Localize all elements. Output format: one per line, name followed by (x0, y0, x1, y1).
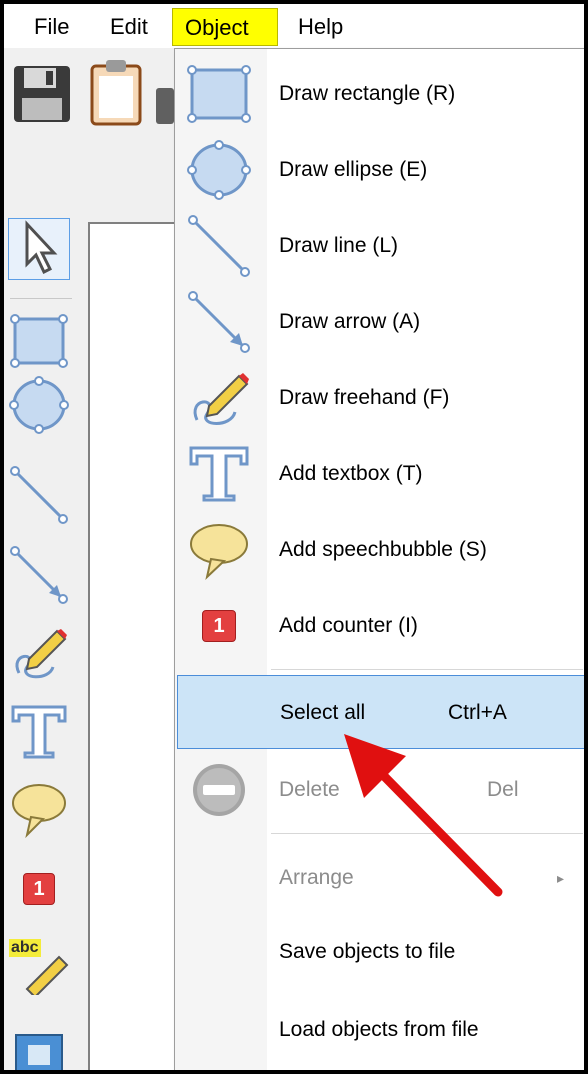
menu-item-label: Delete (279, 778, 340, 801)
rectangle-icon (9, 313, 69, 374)
menu-item-label: Draw arrow (A) (279, 310, 421, 333)
textbox-tool[interactable] (8, 702, 70, 764)
select-arrow-icon (17, 219, 61, 279)
menu-item-add-speechbubble[interactable]: Add speechbubble (S) (177, 513, 584, 587)
textbox-icon (183, 437, 255, 511)
menu-item-label: Draw freehand (F) (279, 386, 450, 409)
speechbubble-icon (183, 513, 255, 587)
textbox-icon (9, 701, 69, 766)
menu-item-draw-freehand[interactable]: Draw freehand (F) (177, 361, 584, 435)
freehand-tool[interactable] (8, 624, 70, 686)
rectangle-icon (183, 57, 255, 131)
freehand-icon (183, 361, 255, 435)
menu-item-add-textbox[interactable]: Add textbox (T) (177, 437, 584, 511)
speechbubble-icon (9, 779, 69, 844)
counter-tool[interactable]: 1 (8, 858, 70, 920)
menu-item-label: Draw line (L) (279, 234, 399, 257)
menu-edit[interactable]: Edit (98, 8, 160, 46)
menu-item-draw-line[interactable]: Draw line (L) (177, 209, 584, 283)
menu-item-delete[interactable]: Delete Del (177, 753, 584, 827)
menu-item-label: Add textbox (T) (279, 462, 423, 485)
menu-item-label: Draw rectangle (R) (279, 82, 456, 105)
menu-item-label: Arrange (279, 866, 354, 889)
printer-icon[interactable] (154, 88, 174, 129)
menu-item-draw-ellipse[interactable]: Draw ellipse (E) (177, 133, 584, 207)
menu-item-label: Draw ellipse (E) (279, 158, 428, 181)
ellipse-icon (183, 133, 255, 207)
object-dropdown-menu: Draw rectangle (R) Draw ellipse (E) Draw… (174, 48, 584, 1070)
tool-column: 1 abc (4, 204, 84, 1070)
clipboard-icon[interactable] (90, 60, 142, 131)
obfuscate-icon (14, 1033, 64, 1070)
highlight-icon: abc (9, 935, 69, 995)
menu-item-shortcut: Ctrl+A (448, 701, 507, 724)
counter-badge: 1 (202, 610, 236, 642)
ellipse-icon (9, 375, 69, 439)
arrow-tool-icon (9, 545, 69, 610)
chevron-right-icon: ▸ (557, 870, 565, 886)
freehand-icon (9, 623, 69, 688)
arrow-tool-icon (183, 285, 255, 359)
highlight-tool[interactable]: abc (8, 934, 70, 996)
obfuscate-tool[interactable] (8, 1024, 70, 1070)
menu-separator (271, 669, 583, 670)
tool-separator (10, 298, 72, 299)
menu-object[interactable]: Object (172, 8, 278, 46)
menu-file[interactable]: File (22, 8, 81, 46)
menu-item-label: Select all (280, 701, 366, 724)
rectangle-tool[interactable] (8, 312, 70, 374)
save-icon[interactable] (12, 64, 72, 129)
menu-item-draw-arrow[interactable]: Draw arrow (A) (177, 285, 584, 359)
menu-item-save-objects[interactable]: Save objects to file (177, 915, 584, 989)
ellipse-tool[interactable] (8, 375, 70, 439)
menu-help[interactable]: Help (286, 8, 355, 46)
line-icon (9, 465, 69, 530)
menu-item-add-counter[interactable]: 1 Add counter (I) (177, 589, 584, 663)
menu-item-label: Save objects to file (279, 940, 456, 963)
menu-item-select-all[interactable]: Select all Ctrl+A (177, 675, 584, 749)
menu-bar: File Edit Object Help (4, 4, 584, 48)
menu-item-label: Load objects from file (279, 1018, 479, 1041)
line-icon (183, 209, 255, 283)
counter-icon: 1 (183, 589, 255, 663)
menu-item-load-objects[interactable]: Load objects from file (177, 993, 584, 1067)
menu-item-arrange[interactable]: Arrange ▸ (177, 841, 584, 915)
menu-item-draw-rectangle[interactable]: Draw rectangle (R) (177, 57, 584, 131)
select-tool[interactable] (8, 218, 70, 280)
arrow-tool[interactable] (8, 545, 70, 610)
delete-icon (183, 753, 255, 827)
menu-item-label: Add speechbubble (S) (279, 538, 487, 561)
speechbubble-tool[interactable] (8, 780, 70, 842)
menu-item-shortcut: Del (487, 778, 519, 801)
counter-icon: 1 (23, 873, 55, 905)
line-tool[interactable] (8, 465, 70, 530)
menu-separator (271, 833, 583, 834)
menu-item-label: Add counter (I) (279, 614, 418, 637)
app-window: File Edit Object Help 1 abc Draw rectang… (4, 4, 584, 1070)
